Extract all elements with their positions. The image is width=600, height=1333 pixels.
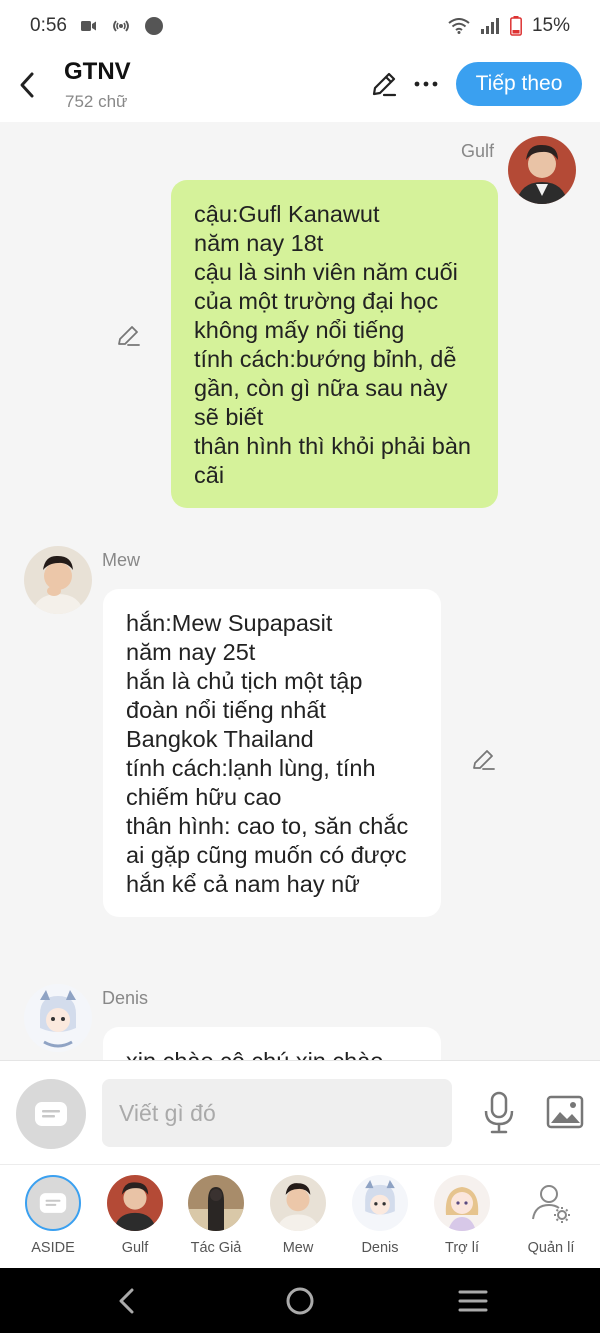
aside-icon	[35, 1102, 67, 1126]
composer-bar	[0, 1060, 600, 1164]
aside-icon	[39, 1193, 67, 1213]
character-aside[interactable]: ASIDE	[12, 1175, 94, 1256]
avatar	[25, 1175, 81, 1231]
character-tro-li[interactable]: Trợ lí	[421, 1175, 503, 1256]
system-nav-bar	[0, 1268, 600, 1333]
edit-icon[interactable]	[370, 70, 398, 98]
aside-toggle-button[interactable]	[16, 1079, 86, 1149]
settings-user-icon	[532, 1185, 570, 1223]
image-icon[interactable]	[546, 1095, 584, 1129]
wifi-icon	[448, 18, 470, 34]
avatar[interactable]	[24, 546, 92, 614]
chat-area[interactable]: Gulf cậu:Gufl Kanawut năm nay 18t cậu là…	[0, 122, 600, 1060]
nav-back-icon[interactable]	[110, 1284, 144, 1318]
character-label: Gulf	[121, 1240, 149, 1256]
sender-name: Gulf	[461, 141, 495, 161]
character-quan-li[interactable]: Quản lí	[510, 1175, 592, 1256]
character-tac-gia[interactable]: Tác Giả	[175, 1175, 257, 1256]
word-count: 752 chữ	[65, 92, 128, 111]
more-icon[interactable]	[412, 70, 440, 98]
nav-recents-icon[interactable]	[456, 1284, 490, 1318]
video-icon	[80, 21, 96, 31]
sender-name: Denis	[102, 988, 149, 1008]
avatar	[352, 1175, 408, 1231]
avatar	[188, 1175, 244, 1231]
character-label: Tác Giả	[190, 1240, 242, 1256]
avatar[interactable]	[508, 136, 576, 204]
hotspot-icon	[113, 20, 129, 32]
pencil-icon[interactable]	[116, 322, 142, 348]
character-label: Quản lí	[527, 1240, 575, 1256]
character-gulf[interactable]: Gulf	[94, 1175, 176, 1256]
character-label: Mew	[282, 1240, 314, 1256]
character-bar: ASIDE Gulf Tác Giả Mew Denis Trợ lí Quản…	[0, 1164, 600, 1268]
sender-name: Mew	[102, 550, 141, 570]
notification-dot-icon	[144, 17, 163, 35]
avatar	[270, 1175, 326, 1231]
character-mew[interactable]: Mew	[257, 1175, 339, 1256]
avatar	[523, 1175, 579, 1231]
message-bubble[interactable]: cậu:Gufl Kanawut năm nay 18t cậu là sinh…	[171, 180, 498, 508]
back-icon[interactable]	[14, 70, 40, 100]
pencil-icon[interactable]	[471, 746, 497, 772]
nav-home-icon[interactable]	[283, 1284, 317, 1318]
character-denis[interactable]: Denis	[339, 1175, 421, 1256]
message-input[interactable]	[102, 1079, 452, 1147]
battery-icon	[510, 16, 522, 36]
character-label: ASIDE	[31, 1240, 75, 1256]
avatar	[107, 1175, 163, 1231]
message-bubble[interactable]: xin chào cô chú xin chào	[103, 1027, 441, 1060]
avatar[interactable]	[24, 984, 92, 1052]
signal-icon	[480, 18, 499, 34]
character-label: Denis	[361, 1240, 399, 1256]
mic-icon[interactable]	[482, 1091, 516, 1135]
character-label: Trợ lí	[445, 1240, 479, 1256]
avatar	[434, 1175, 490, 1231]
page-title: GTNV	[64, 58, 131, 85]
next-button[interactable]: Tiếp theo	[456, 62, 582, 106]
status-time: 0:56	[30, 15, 67, 36]
battery-level: 15%	[531, 15, 570, 36]
top-app-bar: GTNV 752 chữ Tiếp theo	[0, 52, 600, 122]
message-bubble[interactable]: hắn:Mew Supapasit năm nay 25t hắn là chủ…	[103, 589, 441, 917]
status-bar: 0:56 15%	[0, 0, 600, 52]
